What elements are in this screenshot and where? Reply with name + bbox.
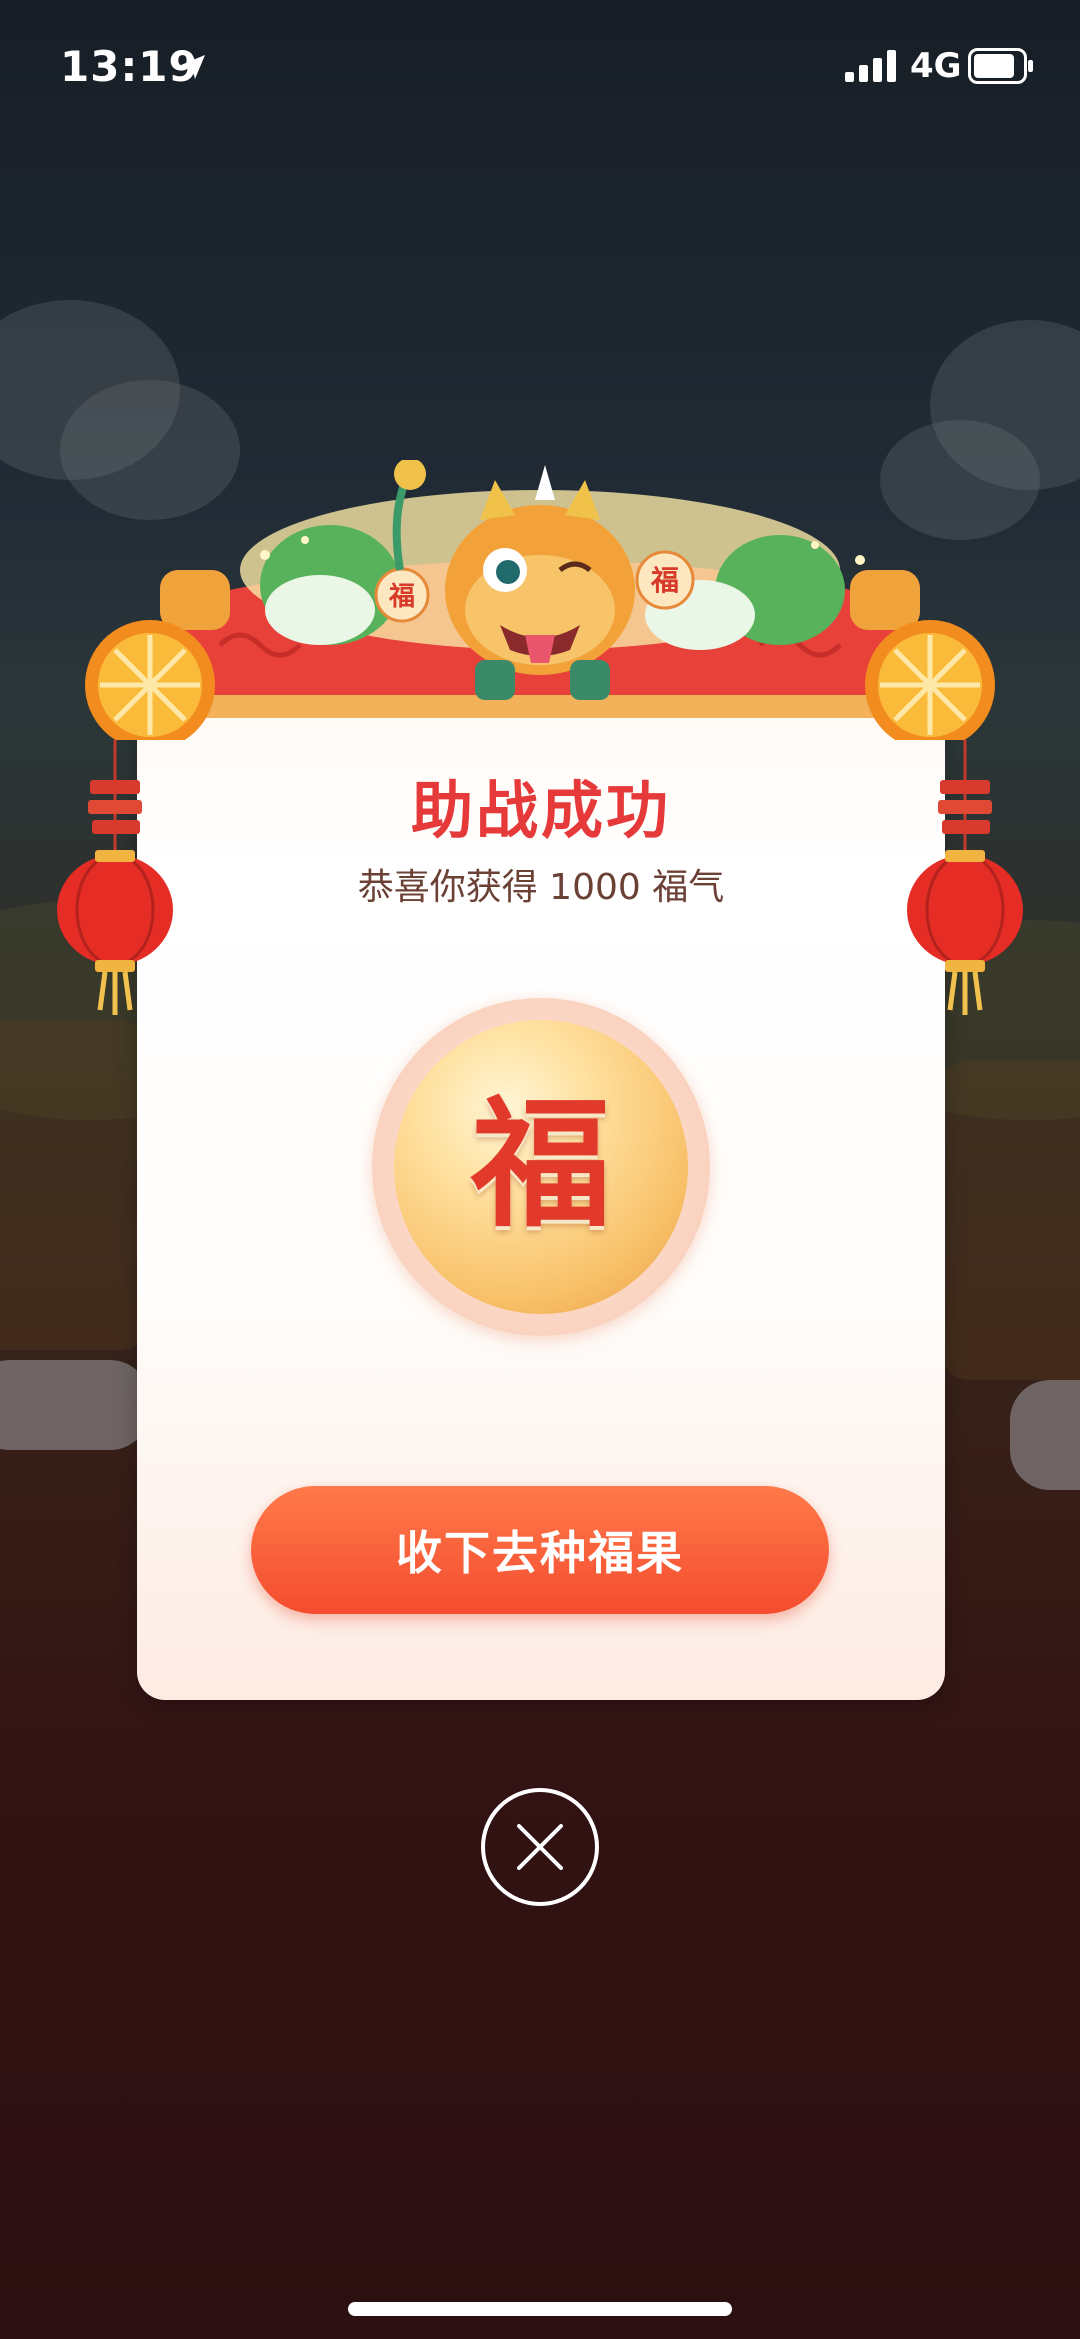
coin-face: 福 xyxy=(394,1020,688,1314)
signal-icon xyxy=(845,50,896,82)
home-indicator[interactable] xyxy=(348,2302,732,2316)
fortune-coin: 福 xyxy=(372,998,710,1336)
fu-badge-left-text: 福 xyxy=(388,582,415,612)
firecracker xyxy=(90,780,140,794)
lantern-right xyxy=(907,740,1023,1015)
reward-dialog: 助战成功 恭喜你获得 1000 福气 福 收下去种福果 xyxy=(137,660,945,1700)
fortune-glyph: 福 xyxy=(470,1084,611,1247)
firecracker xyxy=(940,780,990,794)
festive-header-decoration: 福 福 xyxy=(85,460,995,740)
fu-badge-right-text: 福 xyxy=(650,564,679,597)
lantern-left xyxy=(57,740,173,1015)
banner-trim xyxy=(180,695,900,718)
dialog-subtitle: 恭喜你获得 1000 福气 xyxy=(357,867,725,908)
close-button[interactable] xyxy=(481,1788,599,1906)
battery-icon xyxy=(968,48,1033,84)
network-type: 4G xyxy=(910,46,962,86)
status-bar: 13:19 4G xyxy=(0,0,1080,130)
close-icon xyxy=(517,1824,563,1870)
location-arrow-icon xyxy=(181,55,205,79)
accept-reward-button[interactable]: 收下去种福果 xyxy=(251,1486,829,1614)
dialog-title: 助战成功 xyxy=(410,774,671,847)
